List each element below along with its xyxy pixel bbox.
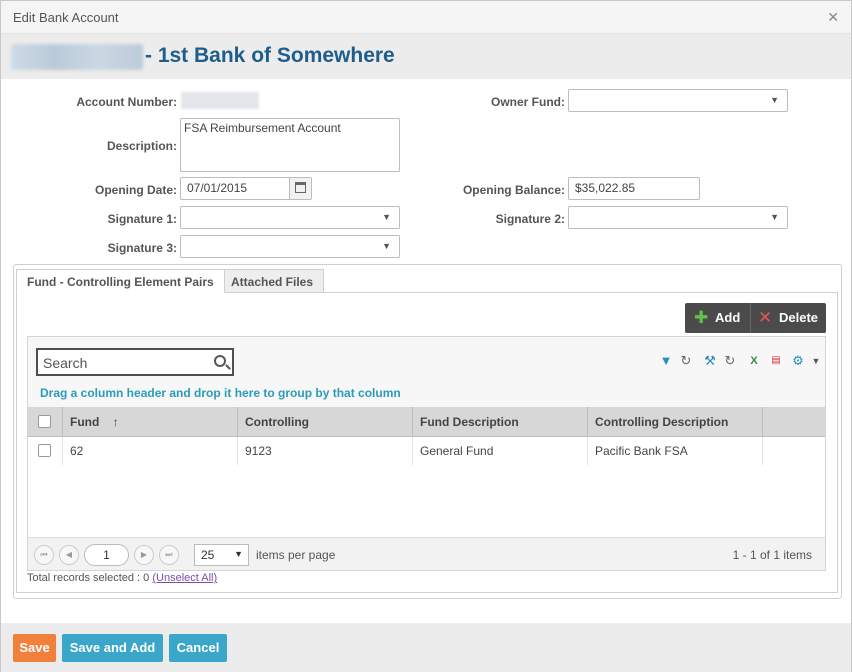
cell-fund-description: General Fund [413, 437, 588, 465]
data-grid: Search ▼ ↻ ⚒ ↻ X ▤ ⚙ ▼ Drag a column hea… [27, 336, 826, 571]
signature1-label: Signature 1: [107, 212, 177, 226]
signature2-label: Signature 2: [495, 212, 565, 226]
column-header-fund[interactable]: Fund ↑ [63, 407, 238, 437]
selection-count: Total records selected : 0 [27, 572, 150, 584]
account-number-label: Account Number: [76, 95, 177, 109]
delete-button[interactable]: ✕ Delete [750, 303, 826, 333]
select-all-checkbox[interactable] [38, 415, 51, 428]
search-input[interactable]: Search [36, 348, 234, 376]
table-row[interactable]: 62 9123 General Fund Pacific Bank FSA [28, 437, 825, 465]
column-label: Fund Description [420, 415, 519, 429]
signature2-select[interactable]: ▼ [568, 206, 788, 229]
page-size-value: 25 [201, 548, 215, 562]
first-page-icon[interactable]: ⏮ [34, 545, 54, 565]
caret-down-icon: ▼ [770, 212, 779, 222]
next-page-icon[interactable]: ▶ [134, 545, 154, 565]
chevron-down-icon[interactable]: ▼ [806, 350, 826, 372]
signature3-label: Signature 3: [107, 241, 177, 255]
group-by-hint: Drag a column header and drop it here to… [40, 386, 401, 400]
search-icon [214, 355, 226, 367]
owner-fund-label: Owner Fund: [491, 95, 565, 109]
delete-x-icon: ✕ [758, 308, 773, 327]
column-label: Fund [70, 415, 100, 429]
save-and-add-button[interactable]: Save and Add [62, 634, 163, 662]
cell-fund: 62 [63, 437, 238, 465]
page-title: - 1st Bank of Somewhere [145, 44, 395, 67]
calendar-icon[interactable] [289, 178, 311, 199]
caret-down-icon: ▼ [382, 241, 391, 251]
plus-icon: ✚ [694, 308, 709, 327]
prev-page-icon[interactable]: ◀ [59, 545, 79, 565]
column-label: Controlling Description [595, 415, 729, 429]
opening-date-label: Opening Date: [94, 183, 177, 197]
edit-bank-account-dialog: Edit Bank Account ✕ - 1st Bank of Somewh… [0, 0, 852, 672]
filter-icon[interactable]: ▼ [656, 350, 676, 372]
caret-down-icon: ▼ [382, 212, 391, 222]
owner-fund-select[interactable]: ▼ [568, 89, 788, 112]
account-header: - 1st Bank of Somewhere [1, 34, 851, 79]
signature3-select[interactable]: ▼ [180, 235, 400, 258]
column-label: Controlling [245, 415, 309, 429]
add-button[interactable]: ✚ Add [685, 303, 750, 333]
add-label: Add [715, 310, 741, 325]
column-header-fund-description[interactable]: Fund Description [413, 407, 588, 437]
selection-summary: Total records selected : 0 (Unselect All… [27, 572, 217, 584]
caret-down-icon: ▼ [770, 95, 779, 105]
select-all-cell [28, 407, 63, 437]
description-label: Description: [106, 139, 177, 153]
gear-icon[interactable]: ⚙ [788, 350, 808, 372]
tab-fund-controlling-pairs[interactable]: Fund - Controlling Element Pairs [16, 269, 225, 293]
unselect-all-link[interactable]: (Unselect All) [152, 572, 217, 584]
dialog-footer: Save Save and Add Cancel [1, 623, 851, 672]
last-page-icon[interactable]: ⏭ [159, 545, 179, 565]
signature1-select[interactable]: ▼ [180, 206, 400, 229]
save-button[interactable]: Save [13, 634, 56, 662]
refresh-icon[interactable]: ↻ [720, 350, 740, 372]
refresh-icon[interactable]: ↻ [676, 350, 696, 372]
column-header-controlling[interactable]: Controlling [238, 407, 413, 437]
delete-label: Delete [779, 310, 819, 325]
tab-attached-files[interactable]: Attached Files [220, 269, 325, 293]
wrench-icon[interactable]: ⚒ [700, 350, 720, 372]
pager-summary: 1 - 1 of 1 items [732, 548, 812, 562]
dialog-titlebar: Edit Bank Account ✕ [1, 1, 851, 34]
dialog-title: Edit Bank Account [13, 10, 119, 25]
page-size-select[interactable]: 25 ▼ [194, 544, 249, 566]
redacted-account-name [11, 44, 143, 70]
excel-icon[interactable]: X [744, 350, 764, 372]
redacted-account-number [181, 92, 259, 109]
close-icon[interactable]: ✕ [827, 9, 839, 26]
page-number-input[interactable]: 1 [84, 544, 129, 566]
caret-down-icon: ▼ [234, 549, 243, 559]
items-per-page-label: items per page [256, 548, 336, 562]
description-textarea[interactable]: FSA Reimbursement Account [180, 118, 400, 172]
grid-header: Fund ↑ Controlling Fund Description Cont… [28, 407, 825, 437]
column-header-controlling-description[interactable]: Controlling Description [588, 407, 763, 437]
opening-date-field[interactable]: 07/01/2015 [180, 177, 312, 200]
row-select-cell [28, 437, 63, 465]
opening-balance-input[interactable]: $35,022.85 [568, 177, 700, 200]
grid-toolbar: Search ▼ ↻ ⚒ ↻ X ▤ ⚙ ▼ Drag a column hea… [28, 337, 825, 407]
row-checkbox[interactable] [38, 444, 51, 457]
cancel-button[interactable]: Cancel [169, 634, 227, 662]
grid-pager: ⏮ ◀ 1 ▶ ⏭ 25 ▼ items per page 1 - 1 of 1… [28, 537, 825, 570]
search-placeholder: Search [43, 355, 88, 371]
cell-controlling-description: Pacific Bank FSA [588, 437, 763, 465]
opening-balance-value: $35,022.85 [575, 181, 636, 195]
opening-date-value: 07/01/2015 [187, 181, 248, 195]
cell-controlling: 9123 [238, 437, 413, 465]
sort-ascending-icon: ↑ [112, 415, 119, 429]
pdf-icon[interactable]: ▤ [766, 350, 786, 372]
opening-balance-label: Opening Balance: [462, 183, 565, 197]
